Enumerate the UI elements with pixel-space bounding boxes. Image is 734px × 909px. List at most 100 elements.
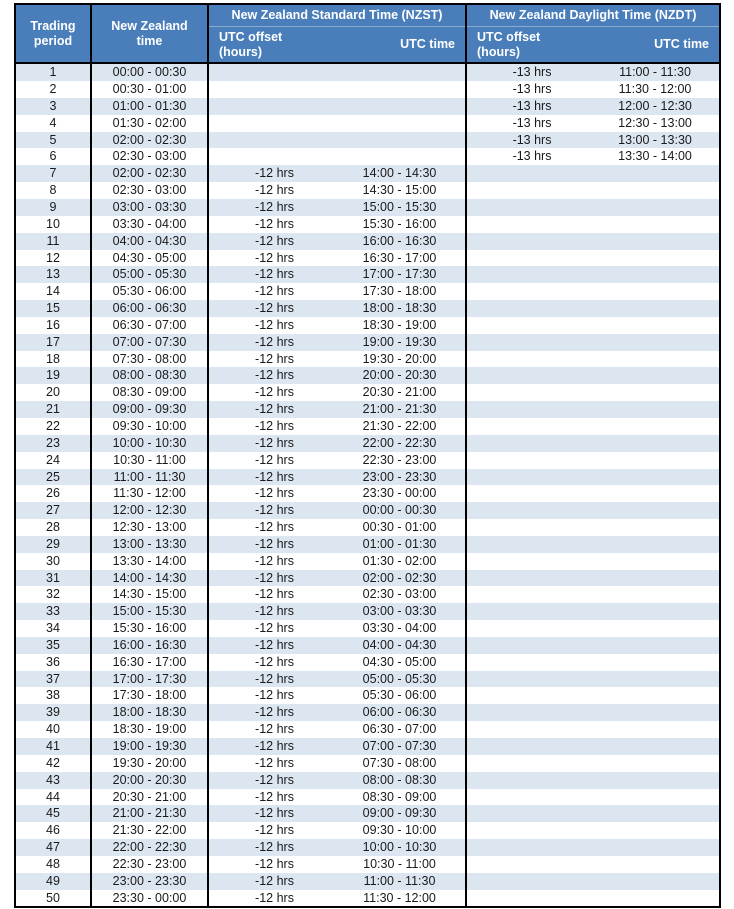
table-row: 36 16:30 - 17:00 -12 hrs 04:30 - 05:00 <box>15 653 721 671</box>
cell-trading-period: 27 <box>15 502 92 520</box>
cell-new-zealand-time: 20:00 - 20:30 <box>91 771 209 789</box>
cell-new-zealand-time: 19:00 - 19:30 <box>91 738 209 755</box>
cell-new-zealand-time: 04:00 - 04:30 <box>91 232 209 250</box>
cell-new-zealand-time: 16:30 - 17:00 <box>91 653 209 671</box>
cell-nzst-utc-offset: -12 hrs <box>208 586 336 604</box>
cell-nzdt-utc-time <box>593 704 721 722</box>
cell-nzdt-utc-time <box>593 738 721 755</box>
cell-nzst-utc-offset: -12 hrs <box>208 519 336 536</box>
table-row: 14 05:30 - 06:00 -12 hrs 17:30 - 18:00 <box>15 283 721 301</box>
cell-nzdt-utc-time <box>593 754 721 772</box>
cell-nzdt-utc-time: 12:00 - 12:30 <box>593 97 721 115</box>
cell-nzst-utc-time <box>336 148 468 166</box>
cell-nzst-utc-time: 20:00 - 20:30 <box>336 367 468 385</box>
cell-trading-period: 35 <box>15 636 92 654</box>
cell-nzdt-utc-offset <box>466 350 594 368</box>
cell-trading-period: 46 <box>15 822 92 840</box>
table-row: 27 12:00 - 12:30 -12 hrs 00:00 - 00:30 <box>15 502 721 520</box>
cell-nzst-utc-offset: -12 hrs <box>208 485 336 503</box>
cell-trading-period: 21 <box>15 401 92 418</box>
table-row: 31 14:00 - 14:30 -12 hrs 02:00 - 02:30 <box>15 569 721 587</box>
cell-nzst-utc-time: 21:00 - 21:30 <box>336 401 468 418</box>
cell-trading-period: 13 <box>15 266 92 284</box>
cell-trading-period: 31 <box>15 569 92 587</box>
cell-trading-period: 43 <box>15 771 92 789</box>
cell-nzdt-utc-time <box>593 653 721 671</box>
cell-nzst-utc-offset: -12 hrs <box>208 872 336 890</box>
cell-trading-period: 8 <box>15 182 92 199</box>
column-header-nzst-utc-offset: UTC offset (hours) <box>207 26 336 65</box>
table-row: 25 11:00 - 11:30 -12 hrs 23:00 - 23:30 <box>15 468 721 486</box>
cell-nzdt-utc-offset <box>466 451 594 469</box>
cell-nzdt-utc-offset <box>466 434 594 452</box>
cell-trading-period: 37 <box>15 670 92 688</box>
cell-trading-period: 10 <box>15 215 92 233</box>
cell-nzdt-utc-offset <box>466 300 594 317</box>
cell-nzst-utc-time <box>336 97 468 115</box>
cell-trading-period: 22 <box>15 417 92 435</box>
table-row: 21 09:00 - 09:30 -12 hrs 21:00 - 21:30 <box>15 401 721 418</box>
table-row: 47 22:00 - 22:30 -12 hrs 10:00 - 10:30 <box>15 839 721 856</box>
cell-nzdt-utc-offset <box>466 872 594 890</box>
column-header-nzst-utc-time: UTC time <box>336 26 468 65</box>
table-row: 2 00:30 - 01:00 -13 hrs 11:30 - 12:00 <box>15 81 721 98</box>
cell-nzdt-utc-offset <box>466 552 594 570</box>
cell-nzst-utc-offset: -12 hrs <box>208 603 336 621</box>
cell-nzdt-utc-time <box>593 367 721 385</box>
table-row: 10 03:30 - 04:00 -12 hrs 15:30 - 16:00 <box>15 215 721 233</box>
cell-nzst-utc-time: 09:30 - 10:00 <box>336 822 468 840</box>
table-row: 37 17:00 - 17:30 -12 hrs 05:00 - 05:30 <box>15 670 721 688</box>
table-row: 9 03:00 - 03:30 -12 hrs 15:00 - 15:30 <box>15 199 721 216</box>
cell-nzdt-utc-time <box>593 199 721 216</box>
trading-period-header-line2: period <box>33 33 73 48</box>
cell-nzst-utc-offset: -12 hrs <box>208 249 336 267</box>
cell-nzdt-utc-offset <box>466 367 594 385</box>
cell-nzdt-utc-offset <box>466 788 594 806</box>
cell-trading-period: 41 <box>15 738 92 755</box>
cell-trading-period: 28 <box>15 519 92 536</box>
cell-nzdt-utc-time <box>593 519 721 536</box>
cell-nzst-utc-time: 10:00 - 10:30 <box>336 839 468 856</box>
cell-trading-period: 42 <box>15 754 92 772</box>
cell-nzst-utc-offset: -12 hrs <box>208 721 336 738</box>
cell-trading-period: 20 <box>15 384 92 402</box>
cell-new-zealand-time: 23:30 - 00:00 <box>91 889 209 909</box>
table-row: 1 00:00 - 00:30 -13 hrs 11:00 - 11:30 <box>15 63 721 82</box>
table-row: 4 01:30 - 02:00 -13 hrs 12:30 - 13:00 <box>15 114 721 132</box>
cell-nzst-utc-offset: -12 hrs <box>208 636 336 654</box>
cell-nzst-utc-offset: -12 hrs <box>208 855 336 873</box>
column-group-header-nzst: New Zealand Standard Time (NZST) <box>206 2 468 27</box>
cell-trading-period: 12 <box>15 249 92 267</box>
cell-nzst-utc-time: 19:00 - 19:30 <box>336 333 468 351</box>
cell-trading-period: 15 <box>15 300 92 317</box>
cell-nzdt-utc-offset: -13 hrs <box>466 131 594 149</box>
cell-nzdt-utc-offset <box>466 687 594 705</box>
cell-nzst-utc-offset: -12 hrs <box>208 822 336 840</box>
cell-nzdt-utc-time <box>593 300 721 317</box>
table-row: 34 15:30 - 16:00 -12 hrs 03:30 - 04:00 <box>15 620 721 637</box>
cell-new-zealand-time: 02:30 - 03:00 <box>91 182 209 199</box>
cell-new-zealand-time: 17:30 - 18:00 <box>91 687 209 705</box>
cell-nzdt-utc-time <box>593 620 721 637</box>
cell-nzdt-utc-time <box>593 401 721 418</box>
table-row: 18 07:30 - 08:00 -12 hrs 19:30 - 20:00 <box>15 350 721 368</box>
cell-nzdt-utc-offset <box>466 569 594 587</box>
cell-nzdt-utc-offset <box>466 704 594 722</box>
cell-nzst-utc-offset: -12 hrs <box>208 367 336 385</box>
cell-nzdt-utc-offset <box>466 519 594 536</box>
cell-nzst-utc-time: 16:30 - 17:00 <box>336 249 468 267</box>
table-row: 23 10:00 - 10:30 -12 hrs 22:00 - 22:30 <box>15 434 721 452</box>
cell-new-zealand-time: 23:00 - 23:30 <box>91 872 209 890</box>
cell-new-zealand-time: 21:00 - 21:30 <box>91 805 209 823</box>
cell-new-zealand-time: 00:30 - 01:00 <box>91 81 209 98</box>
table-row: 11 04:00 - 04:30 -12 hrs 16:00 - 16:30 <box>15 232 721 250</box>
cell-nzst-utc-time: 02:30 - 03:00 <box>336 586 468 604</box>
cell-nzst-utc-time: 06:00 - 06:30 <box>336 704 468 722</box>
cell-new-zealand-time: 10:00 - 10:30 <box>91 434 209 452</box>
cell-nzdt-utc-offset <box>466 738 594 755</box>
cell-nzdt-utc-time <box>593 822 721 840</box>
cell-nzdt-utc-time <box>593 283 721 301</box>
cell-new-zealand-time: 10:30 - 11:00 <box>91 451 209 469</box>
cell-nzst-utc-time: 11:30 - 12:00 <box>336 889 468 909</box>
cell-nzdt-utc-offset <box>466 670 594 688</box>
